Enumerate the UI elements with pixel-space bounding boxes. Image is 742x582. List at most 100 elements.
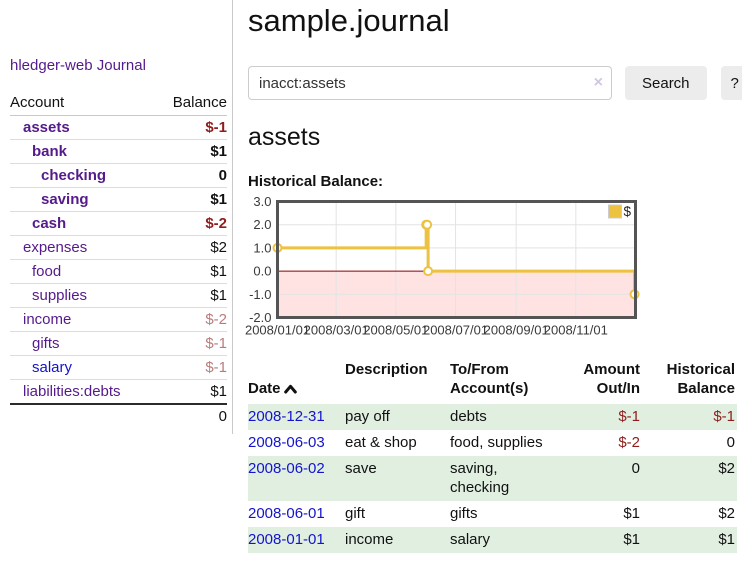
register-cell-balance: $2 xyxy=(642,456,737,501)
account-row: cash$-2 xyxy=(10,212,227,236)
register-cell-amount: $1 xyxy=(562,527,642,553)
svg-text:2008/11/01: 2008/11/01 xyxy=(544,322,608,337)
register-cell-accounts: food, supplies xyxy=(450,430,562,456)
transaction-date-link[interactable]: 2008-06-02 xyxy=(248,460,325,477)
register-cell-amount: 0 xyxy=(562,456,642,501)
account-balance: $-2 xyxy=(156,308,227,332)
account-link[interactable]: food xyxy=(10,262,156,281)
register-cell-date: 2008-06-01 xyxy=(248,501,345,527)
svg-text:$: $ xyxy=(624,204,632,219)
register-cell-description: eat & shop xyxy=(345,430,450,456)
accounts-table: Account Balance assets$-1bank$1checking0… xyxy=(10,91,227,428)
register-cell-date: 2008-01-01 xyxy=(248,527,345,553)
register-cell-date: 2008-12-31 xyxy=(248,404,345,430)
page-title: sample.journal xyxy=(248,2,742,39)
account-balance: $1 xyxy=(156,140,227,164)
account-row: gifts$-1 xyxy=(10,332,227,356)
account-link[interactable]: expenses xyxy=(10,238,156,257)
register-cell-date: 2008-06-03 xyxy=(248,430,345,456)
chart-title: Historical Balance: xyxy=(248,173,742,190)
sort-ascending-icon xyxy=(284,380,297,399)
account-balance: $1 xyxy=(156,188,227,212)
account-link[interactable]: liabilities:debts xyxy=(10,382,156,401)
account-link[interactable]: cash xyxy=(10,214,156,233)
register-header-description: Description xyxy=(345,358,450,404)
clear-search-icon[interactable]: × xyxy=(594,73,603,93)
register-cell-balance: 0 xyxy=(642,430,737,456)
register-cell-accounts: gifts xyxy=(450,501,562,527)
transaction-date-link[interactable]: 2008-12-31 xyxy=(248,408,325,425)
account-row: assets$-1 xyxy=(10,116,227,140)
account-link[interactable]: salary xyxy=(10,358,156,377)
register-header-date[interactable]: Date xyxy=(248,358,345,404)
app-window: hledger-web Journal Account Balance asse… xyxy=(0,0,742,553)
account-link[interactable]: checking xyxy=(10,166,156,185)
app-title-link[interactable]: hledger-web xyxy=(10,57,93,74)
account-row: food$1 xyxy=(10,260,227,284)
account-row: bank$1 xyxy=(10,140,227,164)
svg-text:0.0: 0.0 xyxy=(253,264,271,279)
account-row: saving$1 xyxy=(10,188,227,212)
svg-text:3.0: 3.0 xyxy=(253,194,271,209)
register-cell-description: pay off xyxy=(345,404,450,430)
register-cell-description: gift xyxy=(345,501,450,527)
register-header-amount: Amount Out/In xyxy=(562,358,642,404)
account-row: supplies$1 xyxy=(10,284,227,308)
register-cell-accounts: salary xyxy=(450,527,562,553)
transaction-date-link[interactable]: 2008-06-01 xyxy=(248,505,325,522)
sidebar: hledger-web Journal Account Balance asse… xyxy=(0,0,233,434)
balance-chart: $3.02.01.00.0-1.0-2.02008/01/012008/03/0… xyxy=(248,195,728,343)
register-cell-amount: $1 xyxy=(562,501,642,527)
search-button[interactable]: Search xyxy=(625,66,707,100)
account-balance: 0 xyxy=(156,164,227,188)
account-link[interactable]: saving xyxy=(10,190,156,209)
sidebar-item-journal[interactable]: Journal xyxy=(97,57,146,74)
account-link[interactable]: assets xyxy=(10,118,156,137)
register-cell-accounts: debts xyxy=(450,404,562,430)
svg-text:1.0: 1.0 xyxy=(253,240,271,255)
account-balance: $1 xyxy=(156,284,227,308)
accounts-total-value: 0 xyxy=(156,404,227,428)
account-row: expenses$2 xyxy=(10,236,227,260)
account-balance: $-2 xyxy=(156,212,227,236)
search-box: × xyxy=(248,66,612,100)
register-row: 2008-06-01giftgifts$1$2 xyxy=(248,501,737,527)
svg-text:2.0: 2.0 xyxy=(253,217,271,232)
account-link[interactable]: income xyxy=(10,310,156,329)
account-balance: $1 xyxy=(156,260,227,284)
transaction-date-link[interactable]: 2008-06-03 xyxy=(248,434,325,451)
register-header-row: Date Description To/From Account(s) Amou… xyxy=(248,358,737,404)
register-row: 2008-12-31pay offdebts$-1$-1 xyxy=(248,404,737,430)
register-cell-accounts: saving, checking xyxy=(450,456,562,501)
account-balance: $-1 xyxy=(156,116,227,140)
register-cell-balance: $-1 xyxy=(642,404,737,430)
register-cell-amount: $-2 xyxy=(562,430,642,456)
register-row: 2008-01-01incomesalary$1$1 xyxy=(248,527,737,553)
account-balance: $1 xyxy=(156,380,227,405)
register-header-date-label: Date xyxy=(248,380,281,397)
svg-text:2008/05/01: 2008/05/01 xyxy=(363,322,428,337)
accounts-header-row: Account Balance xyxy=(10,91,227,116)
account-row: salary$-1 xyxy=(10,356,227,380)
account-balance: $-1 xyxy=(156,332,227,356)
register-cell-description: save xyxy=(345,456,450,501)
accounts-table-body: assets$-1bank$1checking0saving$1cash$-2e… xyxy=(10,116,227,405)
register-row: 2008-06-03 eat & shopfood, supplies$-20 xyxy=(248,430,737,456)
svg-text:2008/09/01: 2008/09/01 xyxy=(484,322,549,337)
register-table: Date Description To/From Account(s) Amou… xyxy=(248,358,737,553)
transaction-date-link[interactable]: 2008-01-01 xyxy=(248,531,325,548)
help-button[interactable]: ? xyxy=(721,66,742,100)
accounts-total-spacer xyxy=(10,404,156,428)
account-link[interactable]: supplies xyxy=(10,286,156,305)
svg-text:2008/01/01: 2008/01/01 xyxy=(245,322,310,337)
account-link[interactable]: bank xyxy=(10,142,156,161)
account-row: checking0 xyxy=(10,164,227,188)
accounts-header-balance: Balance xyxy=(156,91,227,116)
register-cell-date: 2008-06-02 xyxy=(248,456,345,501)
account-balance: $-1 xyxy=(156,356,227,380)
register-cell-balance: $1 xyxy=(642,527,737,553)
account-heading: assets xyxy=(248,123,742,152)
account-link[interactable]: gifts xyxy=(10,334,156,353)
search-input[interactable] xyxy=(248,66,612,100)
register-cell-amount: $-1 xyxy=(562,404,642,430)
